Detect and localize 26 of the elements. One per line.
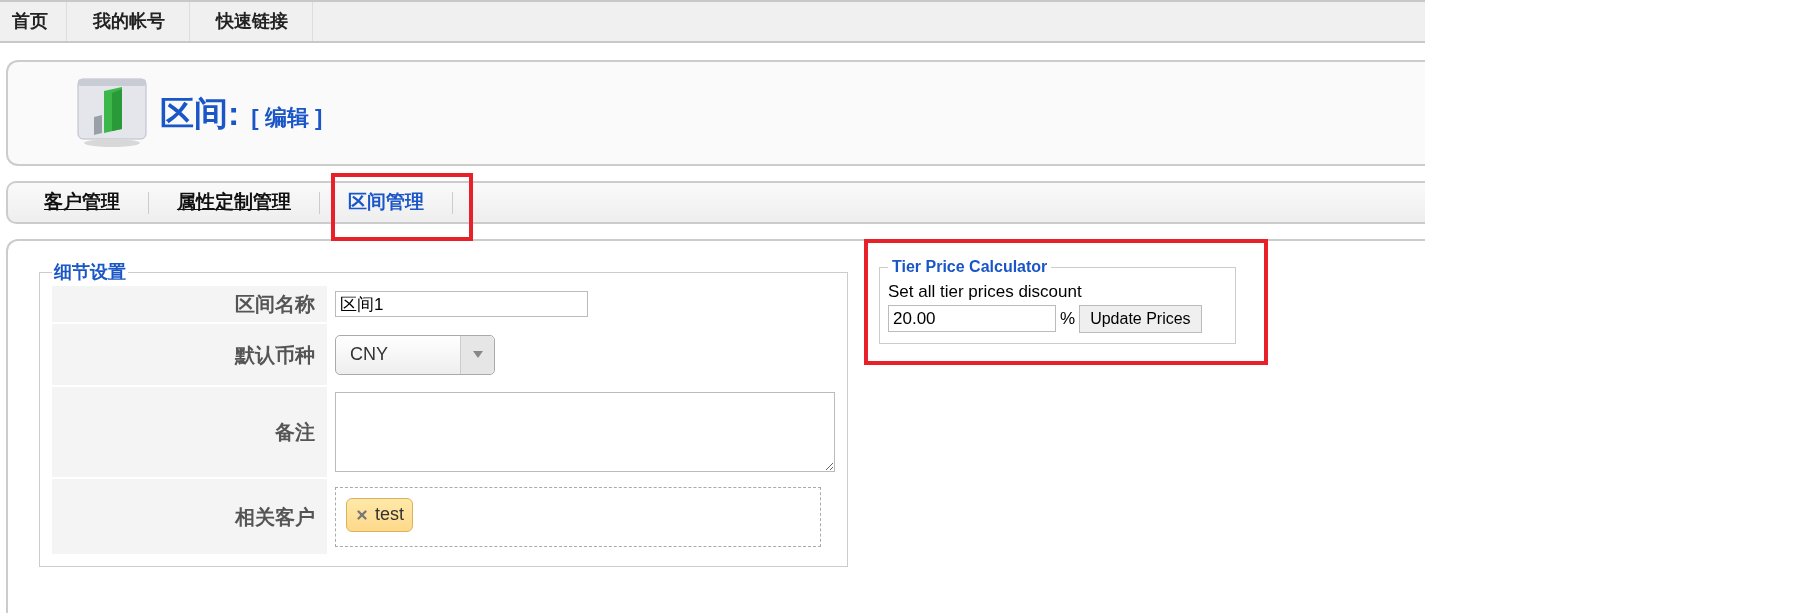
top-nav-link[interactable]: 快速链接	[192, 2, 313, 41]
page-title: 区间:	[160, 92, 240, 134]
folder-icon	[76, 77, 148, 149]
details-legend: 细节设置	[52, 259, 128, 286]
field-label: 备注	[52, 387, 327, 477]
remove-icon[interactable]	[355, 507, 369, 522]
name-field[interactable]: 区间1	[335, 291, 588, 317]
update-prices-button[interactable]: Update Prices	[1079, 304, 1202, 333]
edit-link[interactable]: [ 编辑 ]	[251, 100, 323, 134]
field-label: 区间名称	[52, 286, 327, 322]
notes-field[interactable]	[335, 392, 835, 472]
field-label: 默认币种	[52, 324, 327, 385]
tab[interactable]: 客户管理	[16, 188, 148, 217]
tab[interactable]: 属性定制管理	[149, 188, 319, 217]
calculator-description: Set all tier prices discount	[888, 281, 1083, 303]
top-nav-link[interactable]: 首页	[0, 2, 67, 41]
discount-field[interactable]: 20.00	[888, 305, 1056, 332]
tab[interactable]: 区间管理	[320, 188, 452, 217]
field-label: 相关客户	[52, 479, 327, 554]
percent-sign: %	[1060, 307, 1076, 330]
customer-tag-field[interactable]: test	[335, 486, 821, 547]
currency-dropdown[interactable]: CNY	[335, 334, 495, 375]
top-nav-link[interactable]: 我的帐号	[69, 2, 190, 41]
calculator-legend: Tier Price Calculator	[888, 255, 1052, 279]
customer-tag[interactable]: test	[346, 497, 413, 532]
caret-icon	[472, 351, 483, 358]
